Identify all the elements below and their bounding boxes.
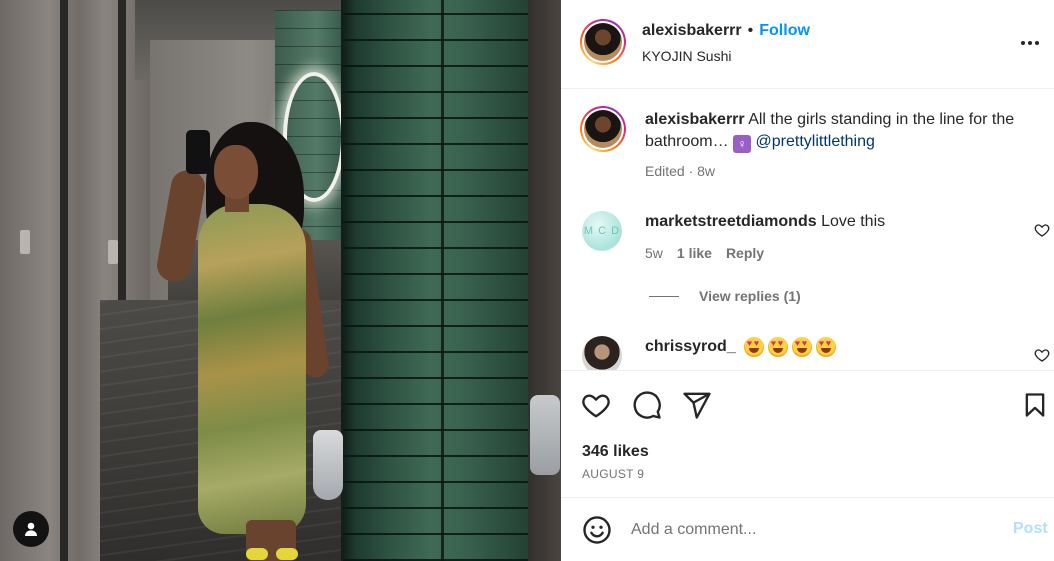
comment-likes[interactable]: 1 like <box>677 245 712 261</box>
comment-input[interactable] <box>631 518 971 542</box>
avatar-logo-text: M C D <box>583 225 621 237</box>
caption-username[interactable]: alexisbakerrr <box>645 111 745 128</box>
heart-eyes-emoji-icon <box>743 337 764 357</box>
comment: marketstreetdiamonds Love this <box>645 211 885 233</box>
comment-username[interactable]: chrissyrod_ <box>645 336 736 358</box>
caption-mention[interactable]: @prettylittlething <box>756 133 875 150</box>
like-count[interactable]: 346 likes <box>582 443 649 461</box>
phone <box>186 130 210 174</box>
heart-eyes-emoji-icon <box>767 337 788 357</box>
reply-button[interactable]: Reply <box>726 245 764 261</box>
reflected-purse <box>530 395 560 475</box>
comment-username[interactable]: marketstreetdiamonds <box>645 213 817 230</box>
emoji-icon[interactable] <box>582 515 612 545</box>
user-tag-button[interactable] <box>13 511 49 547</box>
heart-icon[interactable] <box>581 390 611 420</box>
post-header: alexisbakerrr • Follow KYOJIN Sushi <box>561 0 1054 89</box>
silver-purse <box>313 430 343 500</box>
shoe <box>246 548 268 560</box>
view-replies-line <box>649 296 679 297</box>
separator-dot: • <box>747 22 754 39</box>
post-button[interactable]: Post <box>1013 520 1048 538</box>
more-options-icon[interactable] <box>1021 38 1045 48</box>
caption-avatar[interactable] <box>580 106 626 152</box>
view-replies-button[interactable]: View replies (1) <box>699 288 801 304</box>
user-tag-icon <box>25 522 37 536</box>
caption-meta: Edited · 8w <box>645 163 716 179</box>
author-avatar[interactable] <box>580 19 626 65</box>
comment-heart-icon[interactable] <box>1034 222 1050 238</box>
commenter-avatar[interactable] <box>582 336 622 370</box>
comment-meta: 5w 1 like Reply <box>645 245 764 261</box>
share-icon[interactable] <box>682 390 712 420</box>
comments-list[interactable]: alexisbakerrr All the girls standing in … <box>561 90 1054 370</box>
location-link[interactable]: KYOJIN Sushi <box>642 48 731 64</box>
author-username[interactable]: alexisbakerrr <box>642 22 742 40</box>
heart-eyes-emoji-icon <box>791 337 812 357</box>
post-date: AUGUST 9 <box>582 467 645 481</box>
post-actions: 346 likes AUGUST 9 <box>561 370 1054 496</box>
figure-face <box>214 145 258 199</box>
comment-heart-icon[interactable] <box>1034 347 1050 363</box>
caption: alexisbakerrr All the girls standing in … <box>645 109 1040 153</box>
restroom-emoji-icon: ♀ <box>733 135 752 153</box>
stall-gap <box>60 0 68 561</box>
bookmark-icon[interactable] <box>1021 390 1049 420</box>
door-hinge <box>108 240 118 264</box>
right-wall <box>528 0 561 561</box>
comment-time: 5w <box>645 245 663 261</box>
follow-button[interactable]: Follow <box>759 22 810 40</box>
post-side-panel: alexisbakerrr • Follow KYOJIN Sushi alex… <box>561 0 1054 561</box>
figure-dress <box>198 204 306 534</box>
door-hinge <box>20 230 30 254</box>
heart-eyes-emoji-icon <box>815 337 836 357</box>
commenter-avatar[interactable]: M C D <box>582 211 622 251</box>
comment-text: Love this <box>821 213 886 230</box>
comment: chrissyrod_ <box>645 336 840 358</box>
post-photo[interactable] <box>0 0 561 561</box>
comment-icon[interactable] <box>632 390 662 420</box>
add-comment-bar: Post <box>561 497 1054 561</box>
shoe <box>276 548 298 560</box>
